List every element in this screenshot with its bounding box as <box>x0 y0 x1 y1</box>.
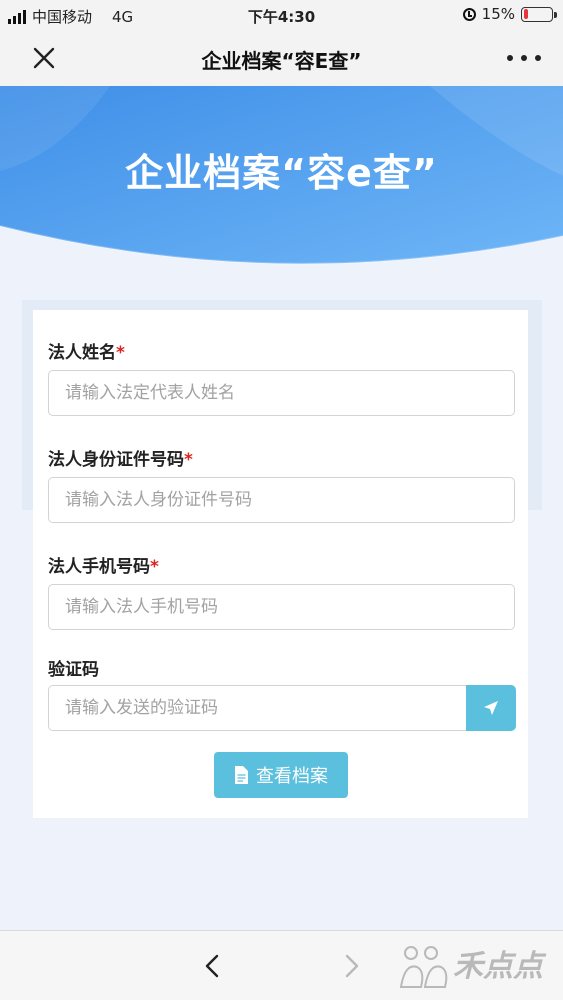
view-archive-button[interactable]: 查看档案 <box>214 752 348 798</box>
nav-bar: 企业档案“容E查” <box>0 30 563 86</box>
document-icon <box>235 766 248 784</box>
required-mark: * <box>116 343 125 363</box>
more-icon[interactable] <box>507 48 541 68</box>
view-archive-label: 查看档案 <box>256 766 328 787</box>
legal-rep-name-input[interactable] <box>48 370 515 416</box>
alarm-icon <box>462 7 476 21</box>
id-number-label: 法人身份证件号码* <box>48 450 193 470</box>
status-right: 15% <box>462 5 557 23</box>
verification-code-input[interactable] <box>48 685 467 731</box>
nav-title: 企业档案“容E查” <box>201 49 362 73</box>
code-label: 验证码 <box>48 660 99 680</box>
phone-label: 法人手机号码* <box>48 557 159 577</box>
chevron-left-icon[interactable] <box>196 949 230 983</box>
id-number-input[interactable] <box>48 477 515 523</box>
watermark: 禾点点 <box>395 937 555 997</box>
battery-icon <box>521 6 557 22</box>
watermark-text: 禾点点 <box>453 949 543 984</box>
phone-input[interactable] <box>48 584 515 630</box>
watermark-logo <box>399 946 448 988</box>
send-code-button[interactable] <box>466 685 516 731</box>
required-mark: * <box>184 450 193 470</box>
banner: 企业档案“容e查” <box>0 86 563 266</box>
query-form: 法人姓名* 法人身份证件号码* 法人手机号码* 验证码 查看档案 <box>33 310 528 818</box>
bottom-toolbar: 禾点点 <box>0 930 563 1000</box>
chevron-right-icon[interactable] <box>334 949 368 983</box>
name-label: 法人姓名* <box>48 343 125 363</box>
required-mark: * <box>150 557 159 577</box>
send-icon <box>484 701 498 715</box>
battery-percent: 15% <box>481 5 515 23</box>
status-bar: 中国移动 4G 下午4:30 15% <box>0 0 563 30</box>
banner-title: 企业档案“容e查” <box>125 151 438 195</box>
